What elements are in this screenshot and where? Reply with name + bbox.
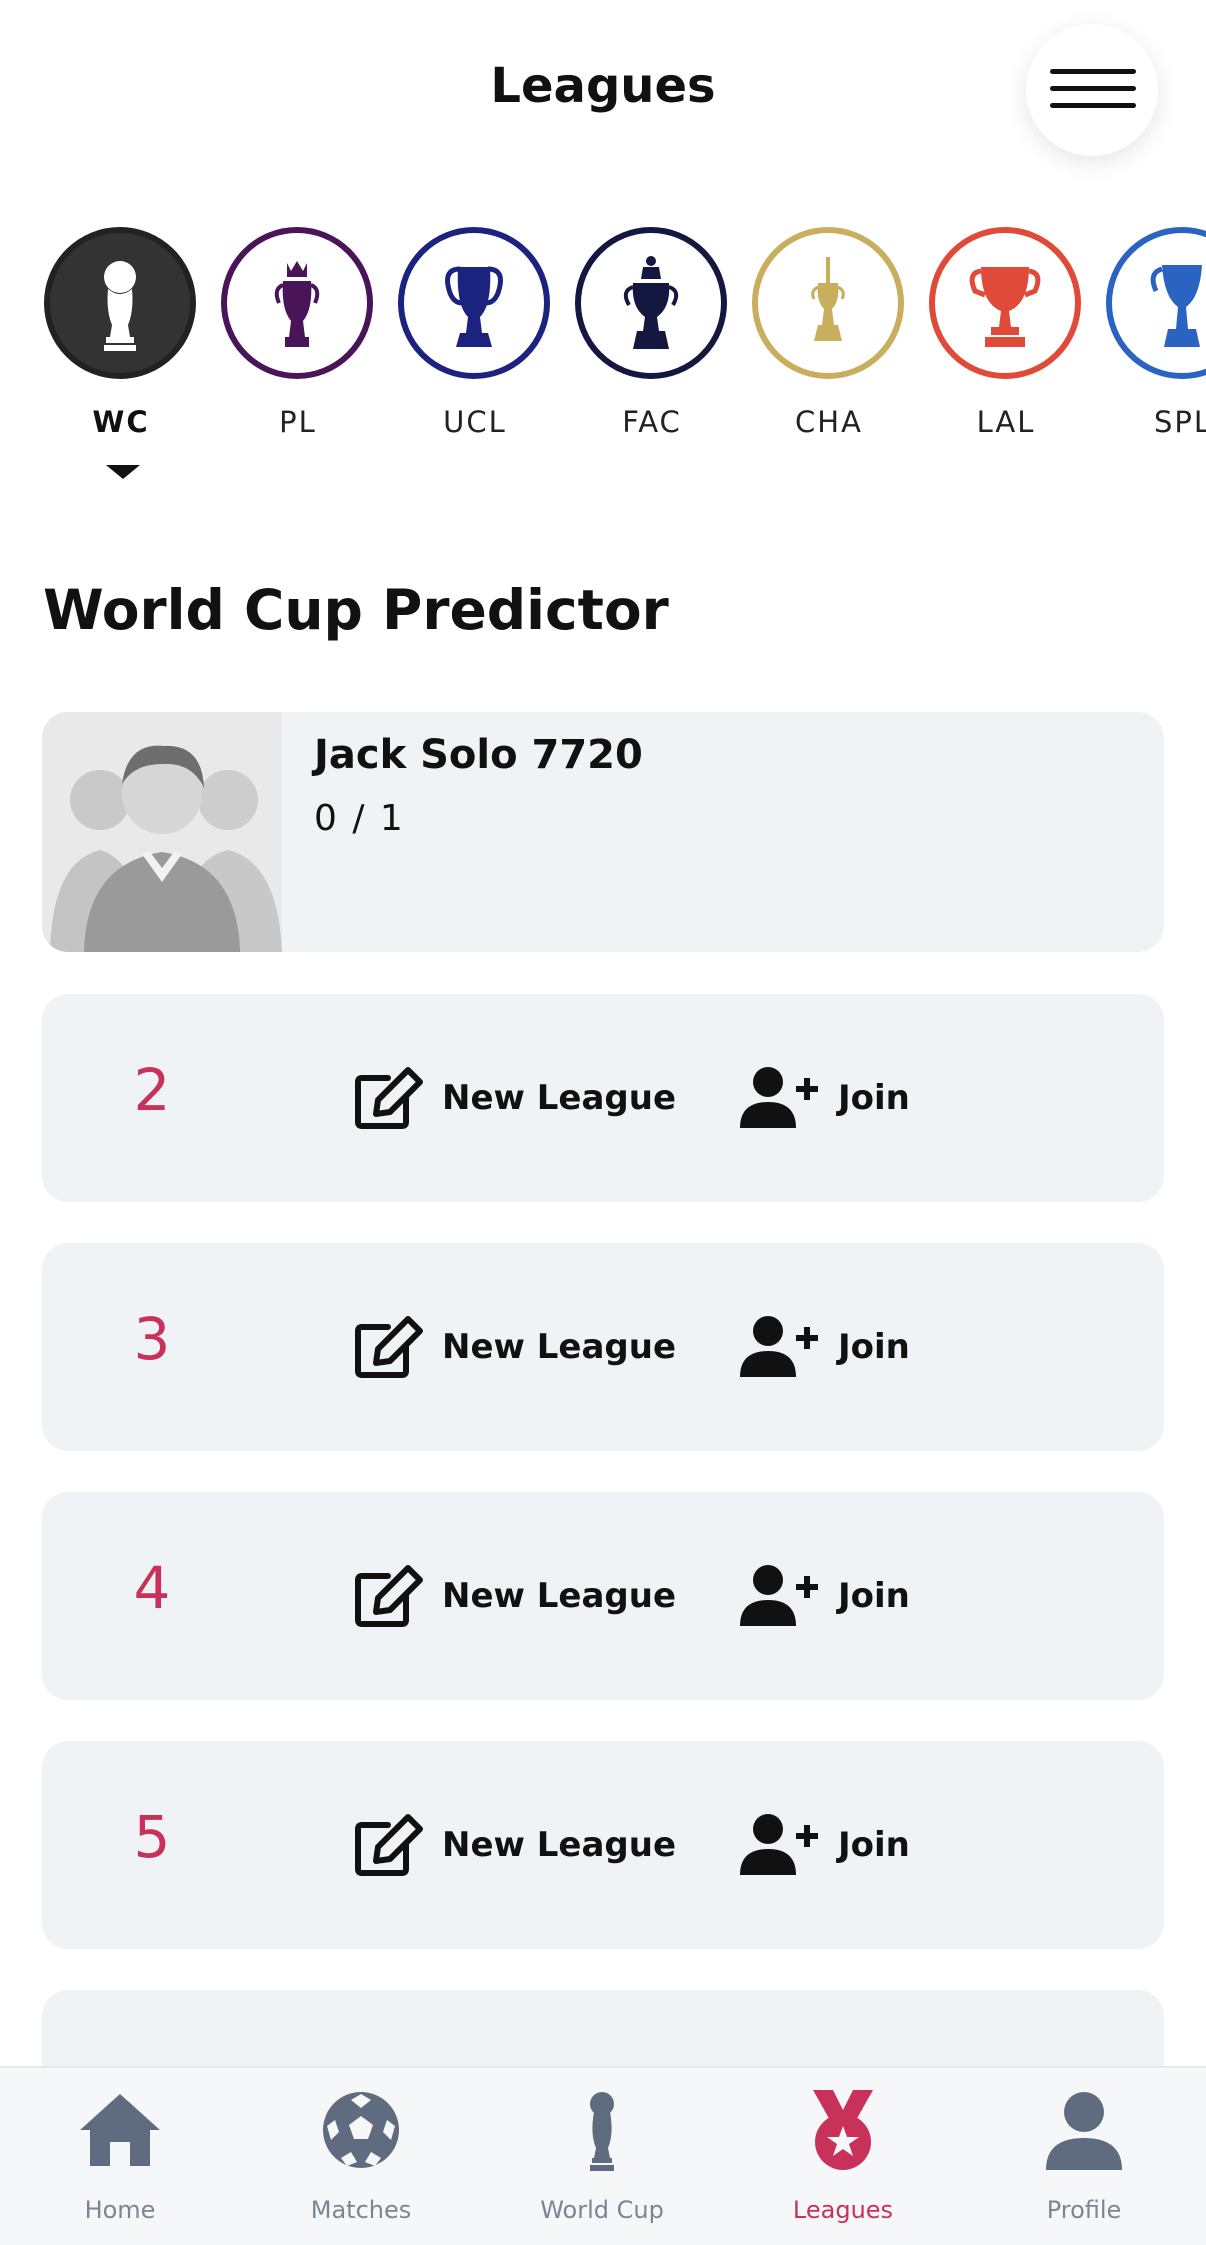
league-label: LAL — [976, 405, 1036, 439]
join-label: Join — [838, 1576, 910, 1616]
profile-score: 0 / 1 — [314, 798, 405, 839]
header: Leagues — [0, 0, 1206, 180]
slot-number: 2 — [133, 1056, 171, 1124]
join-button[interactable]: Join — [740, 1315, 940, 1379]
league-slot-card: 3 New League Join — [42, 1243, 1164, 1451]
add-user-icon — [740, 1565, 818, 1626]
edit-icon — [355, 1316, 423, 1378]
world-cup-trophy-icon — [590, 2092, 614, 2171]
edit-icon — [355, 1814, 423, 1876]
league-label: PL — [279, 405, 317, 439]
slot-number: 5 — [133, 1803, 171, 1871]
tab-matches[interactable]: Matches — [241, 2068, 481, 2245]
world-cup-trophy-icon — [104, 261, 136, 351]
user-icon — [1046, 2092, 1122, 2170]
profile-card[interactable]: Jack Solo 7720 0 / 1 — [42, 712, 1164, 952]
menu-button[interactable] — [1026, 24, 1158, 156]
profile-name: Jack Solo 7720 — [314, 732, 643, 778]
join-label: Join — [838, 1078, 910, 1118]
league-selector: WC PL UCL FAC CHA LAL SPL — [0, 225, 1206, 495]
league-item-lal[interactable]: LAL — [927, 225, 1087, 485]
new-league-button[interactable]: New League — [354, 1813, 676, 1877]
new-league-label: New League — [442, 1576, 677, 1616]
tab-label: Profile — [1046, 2196, 1122, 2224]
league-item-ucl[interactable]: UCL — [396, 225, 556, 485]
league-slot-card: 4 New League Join — [42, 1492, 1164, 1700]
league-item-wc[interactable]: WC — [42, 225, 202, 485]
tab-leagues[interactable]: Leagues — [723, 2068, 963, 2245]
edit-icon — [355, 1067, 423, 1129]
premier-league-trophy-icon — [274, 261, 320, 347]
add-user-icon — [740, 1814, 818, 1875]
new-league-button[interactable]: New League — [354, 1066, 676, 1130]
new-league-label: New League — [442, 1825, 677, 1865]
tab-world-cup[interactable]: World Cup — [482, 2068, 722, 2245]
join-label: Join — [838, 1825, 910, 1865]
league-item-pl[interactable]: PL — [219, 225, 379, 485]
tab-label: Leagues — [792, 2196, 894, 2224]
new-league-button[interactable]: New League — [354, 1564, 676, 1628]
championship-trophy-icon — [811, 257, 845, 341]
la-liga-trophy-icon — [969, 267, 1041, 347]
league-item-fac[interactable]: FAC — [573, 225, 733, 485]
medal-icon — [813, 2090, 873, 2170]
league-item-spl[interactable]: SPL — [1104, 225, 1206, 485]
selected-caret-icon — [106, 465, 140, 479]
league-label: FAC — [622, 405, 682, 439]
add-user-icon — [740, 1316, 818, 1377]
bottom-tab-bar: Home Matches World Cup Leagues Profile — [0, 2066, 1206, 2245]
join-button[interactable]: Join — [740, 1813, 940, 1877]
tab-profile[interactable]: Profile — [964, 2068, 1204, 2245]
soccer-ball-icon — [323, 2092, 399, 2168]
league-label: WC — [92, 405, 150, 439]
league-label: SPL — [1153, 405, 1206, 439]
tab-label: Home — [84, 2196, 156, 2224]
join-button[interactable]: Join — [740, 1066, 940, 1130]
tab-label: Matches — [310, 2196, 412, 2224]
slot-number: 4 — [133, 1554, 171, 1622]
league-label: UCL — [443, 405, 507, 439]
home-icon — [80, 2094, 160, 2166]
section-title: World Cup Predictor — [43, 578, 669, 642]
tab-home[interactable]: Home — [0, 2068, 240, 2245]
join-button[interactable]: Join — [740, 1564, 940, 1628]
new-league-label: New League — [442, 1078, 677, 1118]
new-league-label: New League — [442, 1327, 677, 1367]
fa-cup-trophy-icon — [623, 256, 679, 349]
edit-icon — [355, 1565, 423, 1627]
hamburger-menu-icon — [1050, 69, 1136, 74]
group-avatar-icon — [42, 712, 282, 952]
new-league-button[interactable]: New League — [354, 1315, 676, 1379]
spl-trophy-icon — [1150, 265, 1202, 347]
champions-league-trophy-icon — [445, 266, 503, 347]
league-slot-card: 2 New League Join — [42, 994, 1164, 1202]
join-label: Join — [838, 1327, 910, 1367]
league-slot-card: 5 New League Join — [42, 1741, 1164, 1949]
add-user-icon — [740, 1067, 818, 1128]
tab-label: World Cup — [540, 2196, 664, 2224]
league-label: CHA — [795, 405, 863, 439]
slot-number: 3 — [133, 1305, 171, 1373]
league-item-cha[interactable]: CHA — [750, 225, 910, 485]
